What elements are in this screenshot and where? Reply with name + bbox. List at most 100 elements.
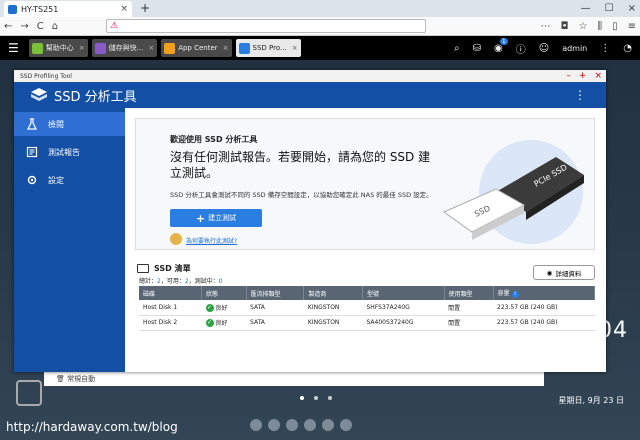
details-button[interactable]: ◉ 詳細資料: [533, 265, 595, 280]
capacity-header-label: 容量: [497, 290, 510, 297]
taskbar-app-appcenter[interactable]: App Center ×: [161, 39, 232, 57]
info-icon[interactable]: i: [511, 291, 519, 298]
create-test-button[interactable]: + 建立測試: [170, 209, 262, 227]
sidebar-toggle-icon[interactable]: ▯: [612, 21, 618, 32]
dock-icon[interactable]: [304, 419, 316, 431]
sidebar-item-settings[interactable]: 設定: [14, 168, 125, 192]
table-row[interactable]: Host Disk 1 ✓ 良好 SATA KINGSTON SHFS37A240…: [139, 300, 595, 316]
page-dot[interactable]: [314, 396, 318, 400]
sidebar-item-overview[interactable]: 檢閱: [14, 112, 125, 136]
app-header: SSD 分析工具 ⋮: [14, 82, 606, 108]
taskbar-app-help[interactable]: 幫助中心 ×: [28, 39, 88, 57]
blog-watermark: http://hardaway.com.tw/blog: [6, 420, 178, 434]
col-status[interactable]: 狀態: [201, 286, 247, 300]
sidebar-item-label: 測試報告: [48, 147, 80, 157]
pocket-icon[interactable]: ◘: [561, 21, 569, 32]
url-bar[interactable]: ⚠: [106, 19, 427, 33]
dock-icon[interactable]: [286, 419, 298, 431]
window-controls: — ☐ ×: [581, 0, 636, 17]
cell-bus: SATA: [246, 315, 304, 331]
browser-tab[interactable]: HY-TS251 ×: [4, 1, 132, 17]
dashboard-icon[interactable]: ◔: [623, 43, 632, 54]
why-run-test-link[interactable]: 為何要執行此測試?: [186, 236, 237, 245]
app-more-icon[interactable]: ⋮: [574, 88, 586, 102]
reload-icon[interactable]: C: [37, 21, 44, 32]
cell-bus: SATA: [246, 300, 304, 316]
tab-close-icon[interactable]: ×: [120, 4, 128, 14]
more-icon[interactable]: ⋯: [541, 21, 551, 32]
cell-usage: 閒置: [444, 315, 494, 331]
close-icon[interactable]: ×: [79, 44, 85, 52]
taskbar-app-ssd-profiling[interactable]: SSD Pro... ×: [235, 39, 301, 57]
flask-icon: [27, 118, 37, 130]
window-maximize-button[interactable]: +: [579, 70, 587, 82]
taskbar-app-storage[interactable]: 儲存與快... ×: [91, 39, 158, 57]
table-row[interactable]: Host Disk 2 ✓ 良好 SATA KINGSTON SA400S3724…: [139, 315, 595, 331]
home-icon[interactable]: ⌂: [52, 21, 58, 32]
library-icon[interactable]: ⫼: [597, 21, 602, 32]
browser-tab-bar: HY-TS251 × + — ☐ ×: [0, 0, 640, 17]
help-person-icon: [170, 233, 182, 245]
tool-description: SSD 分析工具會測試不同的 SSD 備存空間設定，以協助您確定此 NAS 的最…: [170, 191, 433, 199]
col-disk[interactable]: 磁碟: [139, 286, 203, 300]
browser-nav-bar: ← → C ⌂ ⚠ ⋯ ◘ ☆ ⫼ ▯ ≡: [0, 17, 640, 36]
welcome-heading: 歡迎使用 SSD 分析工具: [170, 135, 258, 144]
qnap-favicon-icon: [8, 4, 17, 14]
col-maker[interactable]: 製造商: [303, 286, 363, 300]
ssd-app-logo-icon: [31, 88, 47, 101]
dock-icon[interactable]: [340, 419, 352, 431]
dock-icon[interactable]: [322, 419, 334, 431]
col-bus[interactable]: 匯流排類型: [246, 286, 305, 300]
col-model[interactable]: 型號: [362, 286, 445, 300]
storage-icon: [94, 42, 106, 54]
desktop-app-icon[interactable]: [16, 380, 42, 406]
plus-icon: +: [195, 211, 206, 225]
desktop-date: 星期日, 9月 23 日: [558, 396, 624, 405]
sidebar-item-reports[interactable]: 測試報告: [14, 140, 125, 164]
bookmark-star-icon[interactable]: ☆: [579, 21, 588, 32]
window-minimize-button[interactable]: –: [566, 70, 571, 82]
user-icon[interactable]: ☺: [539, 43, 549, 54]
dock-icon[interactable]: [268, 419, 280, 431]
main-content: 歡迎使用 SSD 分析工具 沒有任何測試報告。若要開始，請為您的 SSD 建立測…: [125, 108, 606, 372]
forward-icon[interactable]: →: [20, 21, 28, 32]
menu-icon[interactable]: ≡: [628, 21, 636, 32]
dock-icon[interactable]: [250, 419, 262, 431]
close-icon[interactable]: ×: [148, 44, 154, 52]
testing-label: ，測試中：: [188, 278, 219, 285]
drive-icon: [137, 264, 149, 273]
close-icon[interactable]: ×: [223, 44, 229, 52]
cell-maker: KINGSTON: [303, 315, 363, 331]
page-dot[interactable]: [300, 396, 304, 400]
close-icon[interactable]: ×: [292, 44, 298, 52]
back-icon[interactable]: ←: [4, 21, 12, 32]
notifications-icon[interactable]: ◉ 1: [494, 37, 508, 54]
testing-count: 0: [218, 278, 223, 285]
col-usage[interactable]: 使用類型: [444, 286, 494, 300]
cell-maker: KINGSTON: [303, 300, 363, 316]
options-icon[interactable]: ⋮: [600, 43, 610, 54]
ssd-illustration-icon: PCIe SSD SSD: [442, 140, 584, 244]
ssd-list-header: SSD 清單: [137, 263, 191, 274]
maximize-icon[interactable]: ☐: [605, 3, 614, 14]
page-dot[interactable]: [328, 396, 332, 400]
cell-capacity: 223.57 GB (240 GB): [493, 300, 595, 316]
window-close-button[interactable]: ×: [594, 70, 602, 82]
new-tab-button[interactable]: +: [138, 0, 152, 16]
search-icon[interactable]: ⌕: [454, 43, 460, 54]
col-capacity[interactable]: 容量 i: [493, 286, 596, 300]
taskbar-app-label: SSD Pro...: [252, 44, 287, 52]
panel-label: 常規自動: [67, 375, 96, 383]
main-menu-icon[interactable]: ☰: [8, 41, 19, 55]
check-icon: ✓: [205, 304, 214, 312]
window-titlebar[interactable]: SSD Profiling Tool: [14, 70, 606, 82]
minimize-icon[interactable]: —: [581, 3, 591, 14]
create-test-label: 建立測試: [208, 214, 237, 222]
info-icon[interactable]: ⓘ: [516, 41, 526, 56]
eye-icon: ◉: [546, 268, 553, 277]
user-name[interactable]: admin: [562, 44, 587, 53]
cell-status: ✓ 良好: [201, 315, 247, 331]
background-tasks-icon[interactable]: ⛁: [473, 43, 481, 54]
close-window-icon[interactable]: ×: [628, 3, 636, 14]
cell-model: SA400S37240G: [362, 315, 445, 331]
